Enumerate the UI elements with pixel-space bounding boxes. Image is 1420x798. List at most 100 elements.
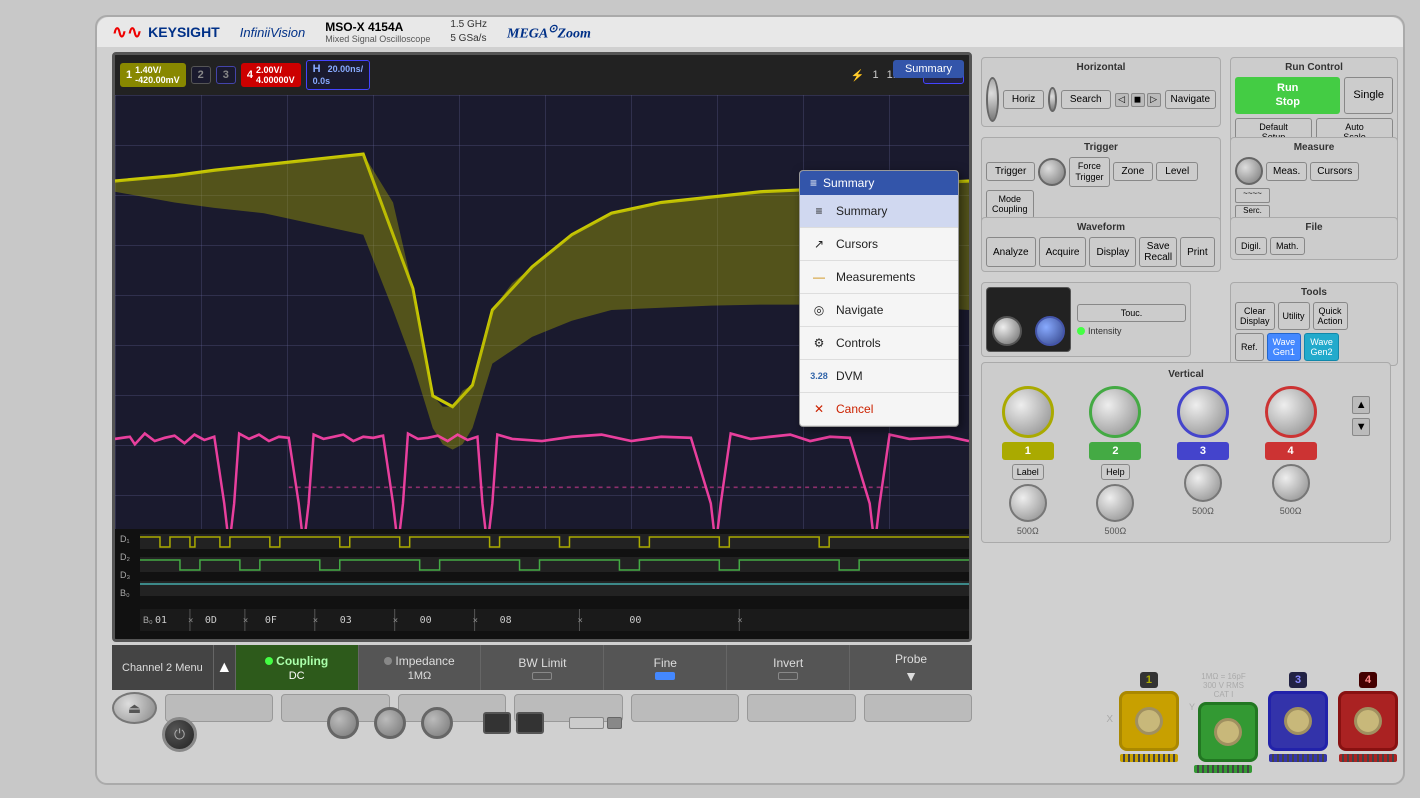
softkey-7[interactable] <box>864 694 972 722</box>
ch2-vert-button[interactable]: 2 <box>1089 442 1141 460</box>
trigger-button[interactable]: Trigger <box>986 162 1035 181</box>
display-button[interactable]: Display <box>1089 237 1136 267</box>
nav-stop-icon[interactable]: ◼ <box>1131 93 1145 107</box>
bnc-connector-2[interactable] <box>374 707 406 739</box>
summary-button[interactable]: Summary <box>893 60 964 78</box>
mode-coupling-button[interactable]: ModeCoupling <box>986 190 1034 220</box>
ch2-badge[interactable]: 2 <box>191 66 211 84</box>
ch1-small-knob[interactable] <box>1009 484 1047 522</box>
bnc-connector-1[interactable] <box>327 707 359 739</box>
ch2-small-knob[interactable] <box>1096 484 1134 522</box>
ch4-vert-knob[interactable] <box>1265 386 1317 438</box>
connector-2 <box>374 707 406 739</box>
ch3-vert-button[interactable]: 3 <box>1177 442 1229 460</box>
search-knob[interactable] <box>1048 87 1057 112</box>
ch4-bnc-connector[interactable] <box>1338 691 1398 751</box>
cancel-icon: ✕ <box>810 400 828 418</box>
nav-right-icon[interactable]: ▷ <box>1147 93 1161 107</box>
power-button[interactable]: ⏻ <box>162 717 197 752</box>
probe-button[interactable]: Probe ▼ <box>850 645 972 690</box>
touch-button[interactable]: Touc. <box>1077 304 1186 322</box>
clear-display-button[interactable]: ClearDisplay <box>1235 302 1275 330</box>
wave-gen2-button[interactable]: WaveGen2 <box>1304 333 1339 361</box>
ch3-small-knob[interactable] <box>1184 464 1222 502</box>
measure-knob[interactable] <box>1235 157 1263 185</box>
usb-eject-button[interactable]: ⏏ <box>112 692 157 724</box>
force-trigger-button[interactable]: ForceTrigger <box>1069 157 1109 187</box>
menu-item-measurements[interactable]: — Measurements <box>800 261 958 294</box>
waveform-title: Waveform <box>986 222 1216 233</box>
print-button[interactable]: Print <box>1180 237 1215 267</box>
right-control-panel: Horizontal Horiz Search ◁ ◼ ▷ Navigate <box>973 52 1403 647</box>
bw-limit-button[interactable]: BW Limit <box>481 645 604 690</box>
nav-left-icon[interactable]: ◁ <box>1115 93 1129 107</box>
menu-item-cursors[interactable]: ↗ Cursors <box>800 228 958 261</box>
ch2-help-button[interactable]: Help <box>1101 464 1130 480</box>
menu-item-cancel[interactable]: ✕ Cancel <box>800 393 958 426</box>
trigger-knob[interactable] <box>1038 158 1066 186</box>
ch1-vert-knob[interactable] <box>1002 386 1054 438</box>
impedance-button[interactable]: Impedance 1MΩ <box>359 645 482 690</box>
menu-item-navigate[interactable]: ◎ Navigate <box>800 294 958 327</box>
model-info: MSO-X 4154A Mixed Signal Oscilloscope <box>325 20 430 44</box>
intensity-knob-display[interactable] <box>992 316 1022 346</box>
menu-label-summary: Summary <box>836 204 887 218</box>
probe-comp-1[interactable] <box>569 717 604 729</box>
usb-port-2[interactable] <box>516 712 544 734</box>
ch4-badge[interactable]: 4 2.00V/ 4.00000V <box>241 63 301 87</box>
acquire-button[interactable]: Acquire <box>1039 237 1087 267</box>
h-badge[interactable]: H 20.00ns/ 0.0s <box>306 60 371 90</box>
menu-item-summary[interactable]: ≡ Summary <box>800 195 958 228</box>
softkey-5[interactable] <box>631 694 739 722</box>
ch4-vert-button[interactable]: 4 <box>1265 442 1317 460</box>
vert-down-icon[interactable]: ▼ <box>1352 418 1370 436</box>
menu-dropdown[interactable]: ≡ Summary ≡ Summary ↗ Cursors — Measurem… <box>799 170 959 427</box>
coupling-button[interactable]: Coupling DC <box>236 645 359 690</box>
file-math-button[interactable]: Math. <box>1270 237 1305 255</box>
horizontal-knob[interactable] <box>986 77 999 122</box>
fine-button[interactable]: Fine <box>604 645 727 690</box>
ch1-label-button[interactable]: Label <box>1012 464 1044 480</box>
level-button[interactable]: Level <box>1156 162 1198 181</box>
vert-up-icon[interactable]: ▲ <box>1352 396 1370 414</box>
cursors-button[interactable]: Cursors <box>1310 162 1359 181</box>
zone-button[interactable]: Zone <box>1113 162 1154 181</box>
save-recall-button[interactable]: SaveRecall <box>1139 237 1177 267</box>
ch4-small-knob[interactable] <box>1272 464 1310 502</box>
measure-extra1[interactable]: ~~~~ <box>1235 188 1270 203</box>
analyze-button[interactable]: Analyze <box>986 237 1036 267</box>
bnc-connector-3[interactable] <box>421 707 453 739</box>
utility-button[interactable]: Utility <box>1278 302 1310 330</box>
scope-body: ∿∿ KEYSIGHT InfiniiVision MSO-X 4154A Mi… <box>95 15 1405 785</box>
ch2-bnc-connector[interactable] <box>1198 702 1258 762</box>
invert-button[interactable]: Invert <box>727 645 850 690</box>
quick-action-button[interactable]: QuickAction <box>1313 302 1348 330</box>
usb-port-1[interactable] <box>483 712 511 734</box>
model-subtitle: Mixed Signal Oscilloscope <box>325 34 430 44</box>
logo-wave-icon: ∿∿ <box>112 22 142 43</box>
menu-up-arrow[interactable]: ▲ <box>214 645 236 690</box>
menu-item-dvm[interactable]: 3.28 DVM <box>800 360 958 393</box>
trigger-num: 1 <box>872 69 878 81</box>
ch3-bnc-connector[interactable] <box>1268 691 1328 751</box>
ref-button[interactable]: Ref. <box>1235 333 1264 361</box>
file-digil-button[interactable]: Digil. <box>1235 237 1267 255</box>
ch1-badge[interactable]: 1 1.40V/ -420.00mV <box>120 63 186 87</box>
ch2-vert-knob[interactable] <box>1089 386 1141 438</box>
intensity-knob2[interactable] <box>1035 316 1065 346</box>
probe-comp-2[interactable] <box>607 717 622 729</box>
navigate-button[interactable]: Navigate <box>1165 90 1216 109</box>
ch3-badge[interactable]: 3 <box>216 66 236 84</box>
intensity-led <box>1077 327 1085 335</box>
ch3-vert-knob[interactable] <box>1177 386 1229 438</box>
menu-item-controls[interactable]: ⚙ Controls <box>800 327 958 360</box>
run-stop-button[interactable]: RunStop <box>1235 77 1340 114</box>
horiz-button[interactable]: Horiz <box>1003 90 1044 109</box>
ch1-vert-button[interactable]: 1 <box>1002 442 1054 460</box>
softkey-6[interactable] <box>747 694 855 722</box>
single-button[interactable]: Single <box>1344 77 1393 114</box>
meas-button[interactable]: Meas. <box>1266 162 1307 181</box>
wave-gen1-button[interactable]: WaveGen1 <box>1267 333 1302 361</box>
ch1-bnc-connector[interactable] <box>1119 691 1179 751</box>
search-button[interactable]: Search <box>1061 90 1111 109</box>
